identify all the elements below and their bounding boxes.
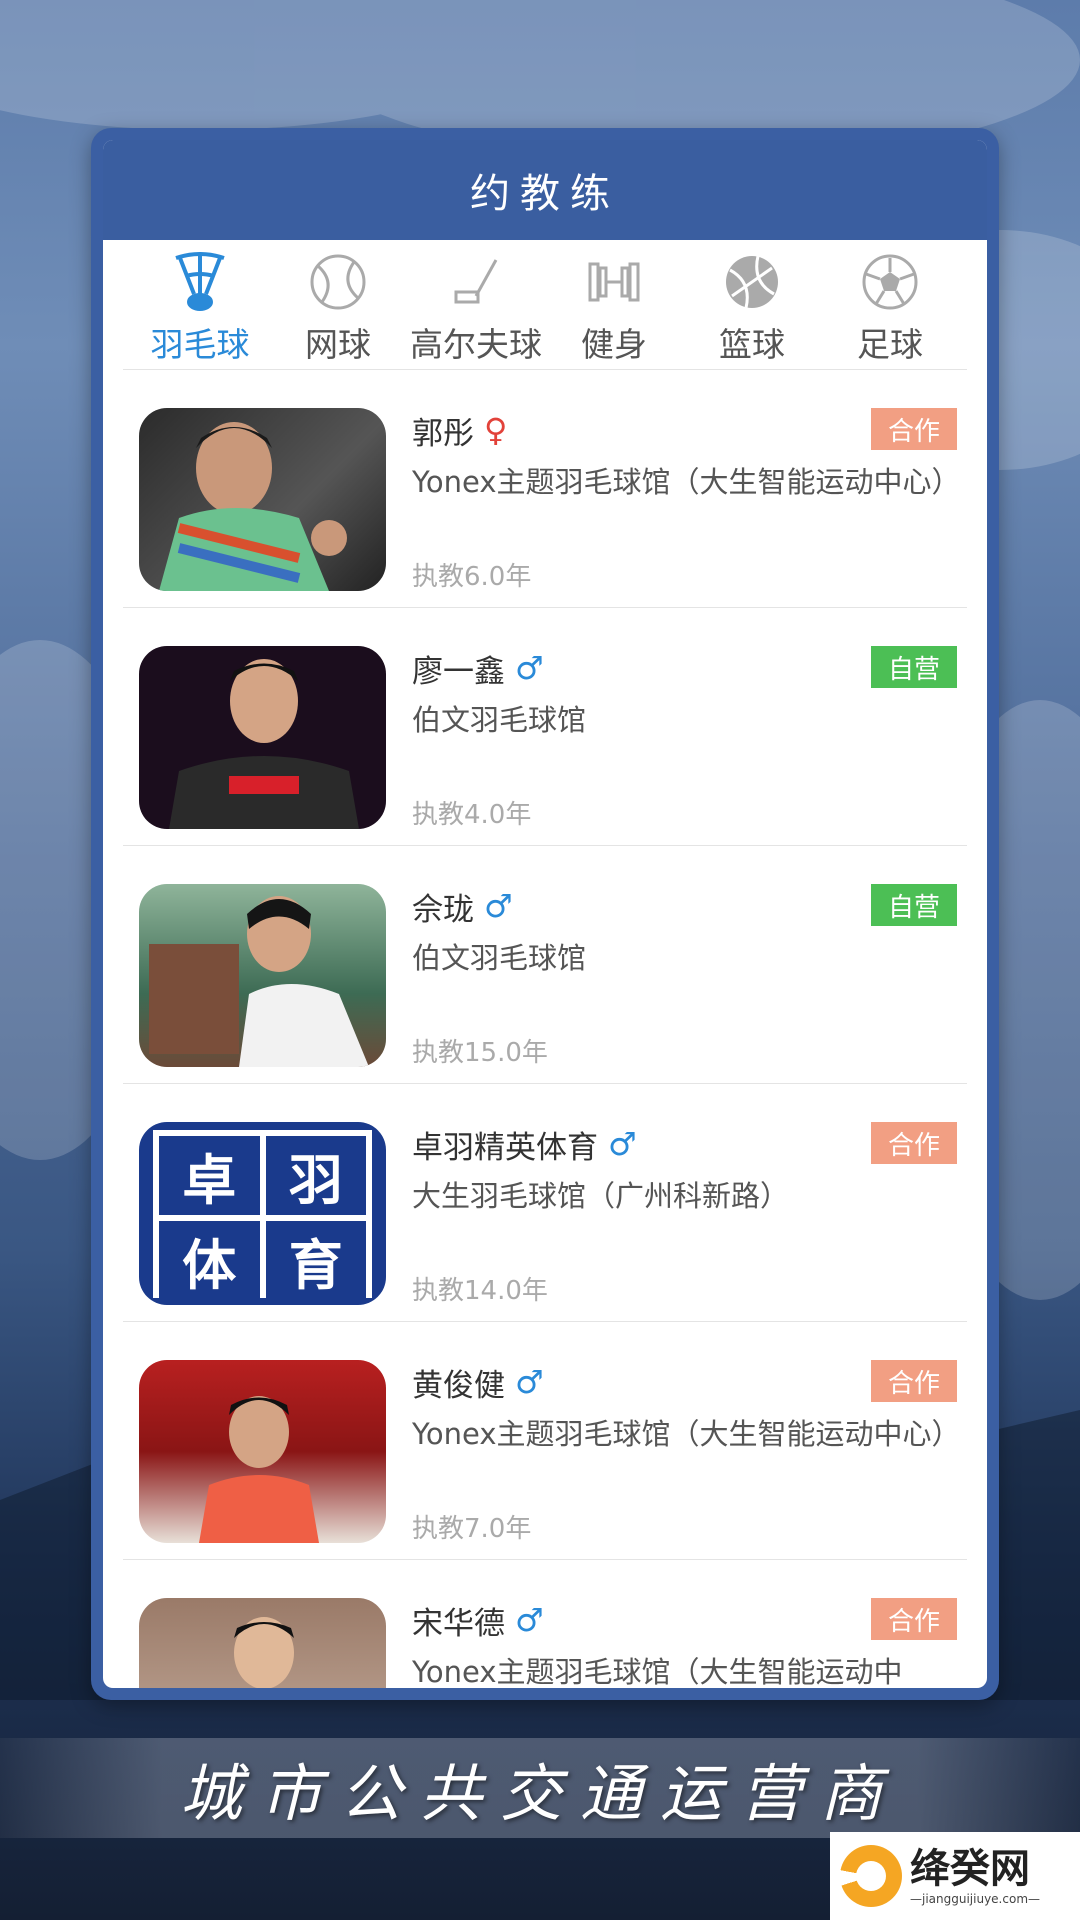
logo-char: 卓 [159,1136,260,1215]
page-title: 约教练 [470,171,620,217]
coach-experience: 执教6.0年 [412,562,532,592]
self-run-badge: 自营 [871,884,957,926]
club-logo: 卓 羽 体 育 [139,1122,386,1305]
coach-item[interactable]: 卓 羽 体 育 卓羽精英体育 ♂ 大生羽毛球馆（广州科新路） 执教14.0年 合… [123,1084,967,1322]
app-screen: 约教练 羽毛球 网球 高尔夫球 健身 篮球 足球 郭彤 ♀ Yonex主题羽毛球… [103,140,987,1688]
site-logo-icon [840,1845,902,1907]
self-run-badge: 自营 [871,646,957,688]
coach-photo [139,646,386,829]
title-bar: 约教练 [103,140,987,240]
coach-experience: 执教4.0年 [412,800,532,830]
logo-char: 育 [265,1221,366,1300]
coach-photo [139,1360,386,1543]
coach-info: 廖一鑫 ♂ 伯文羽毛球馆 执教4.0年 自营 [412,646,967,845]
logo-char: 体 [159,1221,260,1300]
coach-name: 郭彤 [412,415,474,452]
coach-item[interactable]: 宋华德 ♂ Yonex主题羽毛球馆（大生智能运动中 合作 [123,1560,967,1688]
tab-basketball[interactable]: 篮球 [683,250,821,369]
coach-experience: 执教15.0年 [412,1038,548,1068]
coach-info: 郭彤 ♀ Yonex主题羽毛球馆（大生智能运动中心） 执教6.0年 合作 [412,408,967,607]
golf-club-icon [444,250,508,314]
male-icon: ♂ [515,649,544,687]
coach-photo [139,884,386,1067]
tab-label: 羽毛球 [150,325,250,364]
coach-name: 廖一鑫 [412,653,505,690]
banner-text: 城市公共交通运营商 [179,1757,900,1830]
coach-info: 佘珑 ♂ 伯文羽毛球馆 执教15.0年 自营 [412,884,967,1083]
tab-label: 健身 [581,325,647,364]
partner-badge: 合作 [871,1122,957,1164]
coach-name: 佘珑 [412,891,474,928]
coach-venue: 伯文羽毛球馆 [412,703,587,737]
tab-label: 篮球 [719,325,785,364]
tab-label: 高尔夫球 [410,325,542,364]
female-icon: ♀ [484,411,508,449]
tab-golf[interactable]: 高尔夫球 [407,250,545,369]
coach-venue: 伯文羽毛球馆 [412,941,587,975]
tab-soccer[interactable]: 足球 [821,250,959,369]
basketball-icon [720,250,784,314]
dumbbell-icon [582,250,646,314]
coach-info: 宋华德 ♂ Yonex主题羽毛球馆（大生智能运动中 合作 [412,1598,967,1688]
coach-item[interactable]: 郭彤 ♀ Yonex主题羽毛球馆（大生智能运动中心） 执教6.0年 合作 [123,370,967,608]
tab-label: 足球 [857,325,923,364]
coach-item[interactable]: 佘珑 ♂ 伯文羽毛球馆 执教15.0年 自营 [123,846,967,1084]
coach-list: 郭彤 ♀ Yonex主题羽毛球馆（大生智能运动中心） 执教6.0年 合作 廖一鑫… [103,370,987,1688]
male-icon: ♂ [608,1125,637,1163]
male-icon: ♂ [484,887,513,925]
coach-venue: Yonex主题羽毛球馆（大生智能运动中心） [412,465,961,499]
partner-badge: 合作 [871,1360,957,1402]
coach-photo [139,1598,386,1688]
tab-label: 网球 [305,325,371,364]
coach-venue: 大生羽毛球馆（广州科新路） [412,1179,790,1213]
coach-venue: Yonex主题羽毛球馆（大生智能运动中 [412,1655,903,1688]
partner-badge: 合作 [871,1598,957,1640]
coach-name: 宋华德 [412,1605,505,1642]
male-icon: ♂ [515,1363,544,1401]
coach-name: 卓羽精英体育 [412,1129,598,1166]
watermark-url: —jiangguijiuye.com— [910,1892,1041,1906]
coach-name: 黄俊健 [412,1367,505,1404]
logo-char: 羽 [265,1136,366,1215]
coach-photo [139,408,386,591]
coach-info: 黄俊健 ♂ Yonex主题羽毛球馆（大生智能运动中心） 执教7.0年 合作 [412,1360,967,1559]
coach-item[interactable]: 黄俊健 ♂ Yonex主题羽毛球馆（大生智能运动中心） 执教7.0年 合作 [123,1322,967,1560]
phone-frame: 约教练 羽毛球 网球 高尔夫球 健身 篮球 足球 郭彤 ♀ Yonex主题羽毛球… [91,128,999,1700]
coach-experience: 执教14.0年 [412,1276,548,1306]
tab-tennis[interactable]: 网球 [269,250,407,369]
shuttlecock-icon [168,250,232,314]
sport-tabs: 羽毛球 网球 高尔夫球 健身 篮球 足球 [123,240,967,370]
watermark-name: 绛癸网 [910,1845,1030,1892]
tab-fitness[interactable]: 健身 [545,250,683,369]
promo-banner: 城市公共交通运营商 [0,1738,1080,1838]
partner-badge: 合作 [871,408,957,450]
coach-venue: Yonex主题羽毛球馆（大生智能运动中心） [412,1417,961,1451]
male-icon: ♂ [515,1601,544,1639]
soccer-ball-icon [858,250,922,314]
coach-info: 卓羽精英体育 ♂ 大生羽毛球馆（广州科新路） 执教14.0年 合作 [412,1122,967,1321]
tennis-ball-icon [306,250,370,314]
coach-experience: 执教7.0年 [412,1514,532,1544]
coach-item[interactable]: 廖一鑫 ♂ 伯文羽毛球馆 执教4.0年 自营 [123,608,967,846]
site-watermark: 绛癸网 —jiangguijiuye.com— [830,1832,1080,1920]
tab-badminton[interactable]: 羽毛球 [131,250,269,369]
